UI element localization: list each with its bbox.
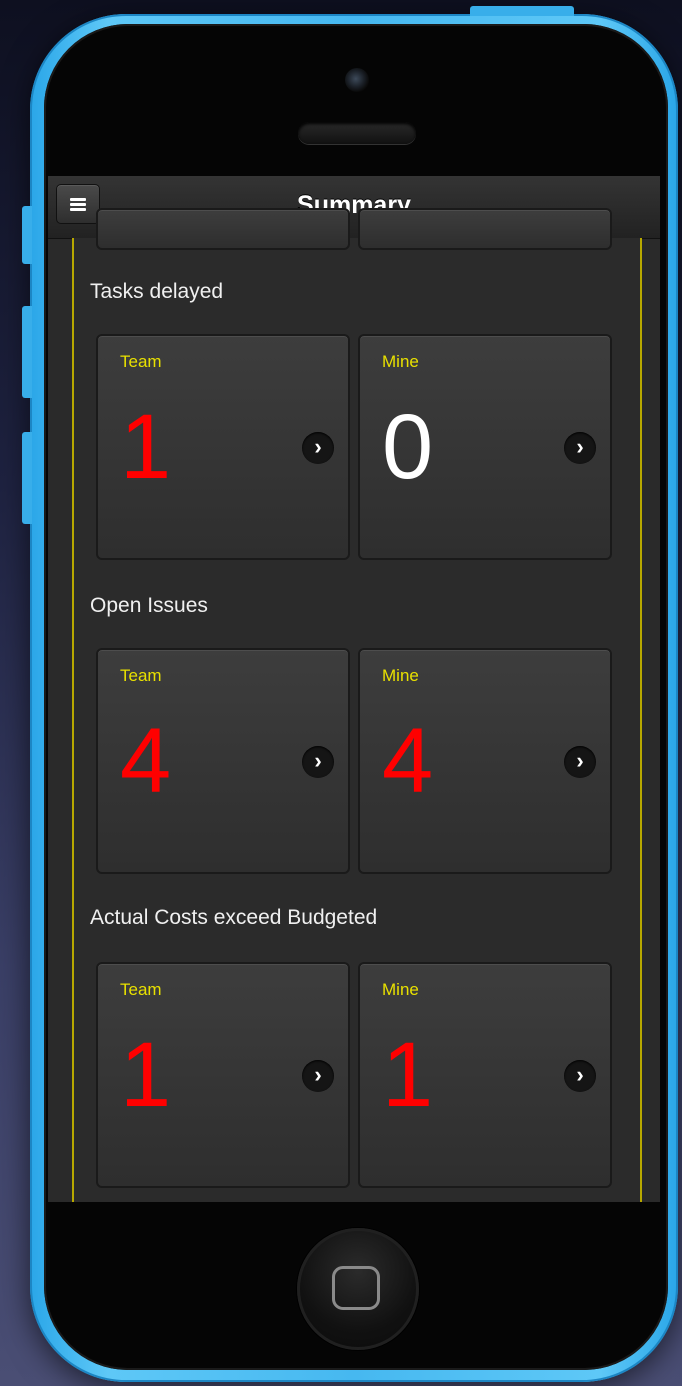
home-button[interactable] [297,1228,419,1350]
tile-count: 1 [382,1024,434,1126]
tile-count: 1 [120,1024,172,1126]
mine-tile[interactable]: Mine 4 › [358,648,612,874]
tile-count: 1 [120,396,172,498]
mine-tile[interactable]: Mine 0 › [358,334,612,560]
tile-label: Mine [382,352,419,371]
section-title: Actual Costs exceed Budgeted [90,906,378,929]
menu-button[interactable] [56,184,100,224]
team-tile[interactable]: Team 1 › [96,334,350,560]
section-title: Tasks delayed [90,280,224,303]
volume-down-button [22,432,32,524]
tile-count: 4 [382,710,434,812]
earpiece-speaker [298,122,416,144]
summary-tile[interactable] [358,208,612,250]
chevron-right-icon[interactable]: › [302,432,334,464]
tile-label: Mine [382,666,419,685]
chevron-right-icon[interactable]: › [302,1060,334,1092]
tile-count: 4 [120,710,172,812]
tile-label: Team [120,980,162,999]
section-title: Open Issues [90,594,208,617]
chevron-right-icon[interactable]: › [564,746,596,778]
chevron-right-icon[interactable]: › [302,746,334,778]
tile-label: Team [120,352,162,371]
summary-tile[interactable] [96,208,350,250]
team-tile[interactable]: Team 1 › [96,962,350,1188]
app-screen: Summary Tasks delayed Team 1 › Mine 0 › … [48,176,660,1202]
volume-up-button [22,306,32,398]
mine-tile[interactable]: Mine 1 › [358,962,612,1188]
tile-label: Team [120,666,162,685]
chevron-right-icon[interactable]: › [564,1060,596,1092]
menu-icon [70,198,86,211]
summary-content[interactable]: Tasks delayed Team 1 › Mine 0 › Open Iss… [72,208,642,1202]
home-square-icon [332,1266,380,1310]
chevron-right-icon[interactable]: › [564,432,596,464]
mute-switch [22,206,32,264]
tile-label: Mine [382,980,419,999]
tile-count: 0 [382,396,434,498]
front-camera [345,68,369,92]
power-button [470,6,574,16]
team-tile[interactable]: Team 4 › [96,648,350,874]
